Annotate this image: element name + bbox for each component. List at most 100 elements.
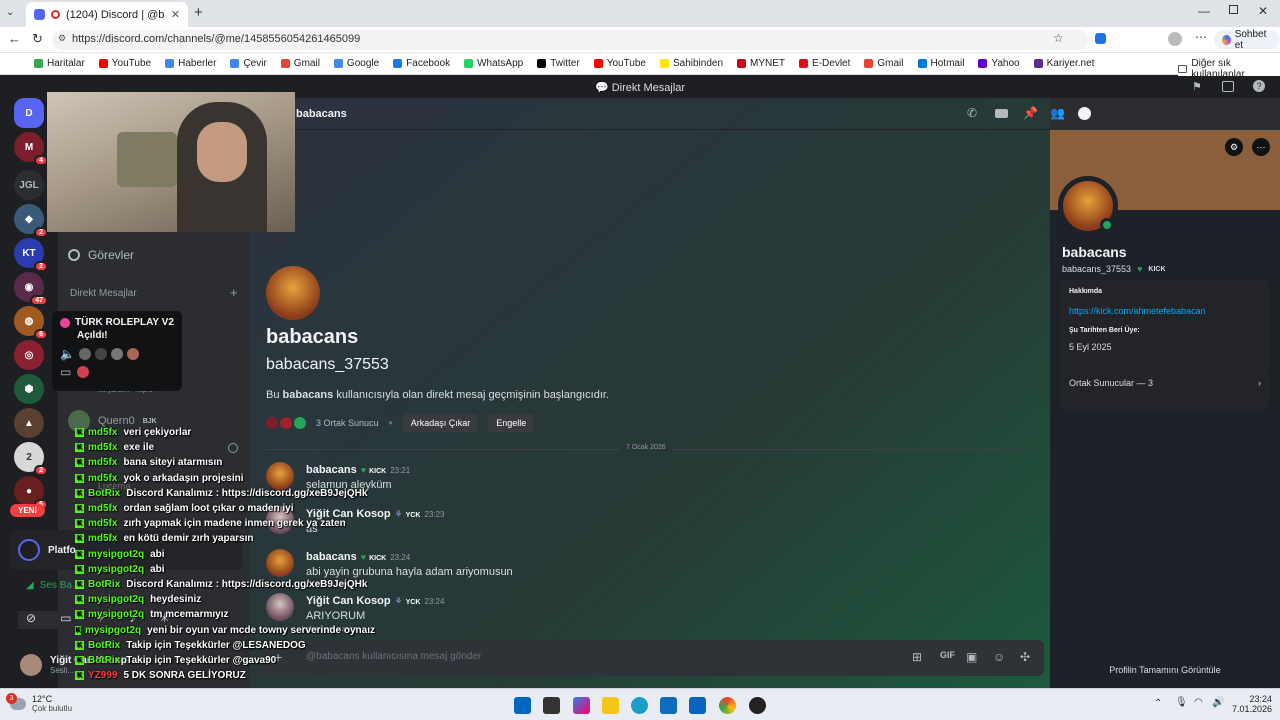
- server-icon[interactable]: ◍ 6: [14, 306, 48, 340]
- bookmark-item[interactable]: Yahoo: [978, 58, 1020, 69]
- video-call-icon[interactable]: [995, 109, 1008, 118]
- stream-chat-text: zırh yapmak için madene inmen gerek ya z…: [123, 518, 346, 530]
- server-icon[interactable]: ◎: [14, 340, 44, 370]
- new-dm-icon[interactable]: +: [230, 285, 238, 300]
- about-link[interactable]: https://kick.com/ahmetefebabacan: [1069, 306, 1261, 316]
- clock[interactable]: 23:24 7.01.2026: [1232, 694, 1272, 714]
- close-window-icon[interactable]: ✕: [1258, 4, 1268, 18]
- discord-home-icon[interactable]: D: [14, 98, 44, 128]
- server-icon[interactable]: ●6: [14, 476, 48, 510]
- pin-icon[interactable]: 📌: [1023, 106, 1038, 120]
- edge-icon[interactable]: [631, 697, 648, 714]
- server-icon[interactable]: M4: [14, 132, 48, 166]
- more-icon[interactable]: ⋯: [1195, 30, 1207, 44]
- server-icon[interactable]: ⬢: [14, 374, 44, 404]
- server-icon[interactable]: ◆ 2: [14, 204, 48, 238]
- tray-chevron-icon[interactable]: ⌃: [1154, 698, 1162, 709]
- bookmark-item[interactable]: YouTube: [593, 58, 646, 69]
- call-icon[interactable]: ✆: [967, 106, 977, 120]
- remove-friend-button[interactable]: Arkadaşı Çıkar: [402, 414, 479, 432]
- url-input[interactable]: ⚙ https://discord.com/channels/@me/14585…: [52, 30, 1088, 50]
- server-icon[interactable]: 22: [14, 442, 48, 476]
- bookmark-item[interactable]: Haberler: [165, 58, 216, 69]
- mutual-servers-row[interactable]: Ortak Sunucular — 3 ›: [1060, 370, 1270, 398]
- user-profile-icon[interactable]: [1078, 107, 1091, 120]
- tab-close-icon[interactable]: ✕: [171, 8, 180, 21]
- stream-chat-username: YZ999: [88, 670, 118, 682]
- add-friend-icon[interactable]: 👥: [1050, 106, 1065, 120]
- bookmark-item[interactable]: Twitter: [537, 58, 580, 69]
- folder-icon: [1178, 65, 1188, 73]
- profile-avatar[interactable]: [1168, 32, 1182, 46]
- banner-action-icon[interactable]: ⚙: [1225, 138, 1243, 156]
- avatar: [20, 654, 42, 676]
- bookmark-item[interactable]: Çevir: [230, 58, 267, 69]
- stream-chat-username: mysipgot2q: [88, 563, 145, 575]
- screen-share-icon[interactable]: ▭: [60, 611, 71, 629]
- view-full-profile-button[interactable]: Profilin Tamamını Görüntüle: [1050, 665, 1280, 675]
- webcam-overlay: [47, 92, 295, 232]
- store-icon[interactable]: [660, 697, 677, 714]
- microphone-icon[interactable]: 🎙: [1175, 697, 1188, 708]
- site-info-icon[interactable]: ⚙: [58, 33, 66, 44]
- emoji-icon[interactable]: ☺: [993, 650, 1005, 664]
- file-explorer-icon[interactable]: [602, 697, 619, 714]
- gift-icon[interactable]: ⊞: [912, 650, 922, 664]
- intro-text: Bu babacans kullanıcısıyla olan direkt m…: [266, 389, 610, 401]
- maximize-icon[interactable]: [1229, 5, 1238, 14]
- outlook-icon[interactable]: [689, 697, 706, 714]
- server-icon[interactable]: KT 2: [14, 238, 48, 272]
- video-off-icon[interactable]: ⊘: [26, 611, 36, 629]
- sticker-icon[interactable]: ▣: [966, 650, 977, 664]
- wifi-icon[interactable]: ◠: [1194, 697, 1203, 708]
- bookmark-favicon-icon: [280, 59, 290, 68]
- help-icon[interactable]: ?: [1253, 80, 1265, 92]
- message-time: 23:24: [424, 597, 445, 606]
- server-icon[interactable]: ▲: [14, 408, 44, 438]
- copilot-icon[interactable]: [573, 697, 590, 714]
- copilot-button[interactable]: Sohbet et: [1214, 29, 1280, 51]
- start-icon[interactable]: [514, 697, 531, 714]
- volume-icon[interactable]: 🔊: [1212, 697, 1224, 708]
- dm-header: Direkt Mesajlar: [70, 288, 137, 299]
- server-tooltip: TÜRK ROLEPLAY V2 Açıldı! 🔈 ▭: [52, 311, 182, 391]
- star-icon[interactable]: ☆: [1053, 31, 1064, 45]
- bookmark-item[interactable]: YouTube: [98, 58, 151, 69]
- tasks-item[interactable]: Görevler: [68, 248, 134, 262]
- bookmark-item[interactable]: Gmail: [280, 58, 320, 69]
- recording-icon: [51, 10, 60, 19]
- bookmark-item[interactable]: E-Devlet: [799, 58, 850, 69]
- bookmark-item[interactable]: WhatsApp: [464, 58, 523, 69]
- weather-widget[interactable]: 3 12°C Çok bulutlu: [6, 692, 72, 713]
- bookmark-item[interactable]: MYNET: [737, 58, 785, 69]
- reload-icon[interactable]: ↻: [32, 31, 43, 47]
- obs-icon[interactable]: [749, 697, 766, 714]
- user-profile-panel: ⚙ ⋯ babacans babacans_37553 ♥ KICK Hakkı…: [1050, 130, 1280, 688]
- bookmark-item[interactable]: Gmail: [864, 58, 904, 69]
- bookmark-item[interactable]: Hotmail: [917, 58, 964, 69]
- kick-badge-icon: K: [75, 443, 84, 453]
- server-icon[interactable]: JGL: [14, 170, 44, 200]
- inbox-icon[interactable]: [1222, 81, 1234, 92]
- chrome-icon[interactable]: [719, 697, 736, 714]
- extensions-icon[interactable]: [1095, 33, 1106, 44]
- gif-icon[interactable]: GIF: [940, 650, 955, 660]
- bookmark-item[interactable]: Kariyer.net: [1033, 58, 1094, 69]
- bookmark-item[interactable]: Google: [333, 58, 379, 69]
- bookmark-item[interactable]: Facebook: [393, 58, 450, 69]
- inbox-flag-icon[interactable]: ⚑: [1192, 80, 1202, 93]
- bookmark-item[interactable]: Sahibinden: [659, 58, 723, 69]
- discord-favicon-icon: [34, 9, 45, 20]
- apps-icon[interactable]: ✣: [1020, 650, 1030, 664]
- new-tab-icon[interactable]: +: [194, 4, 203, 21]
- tab-list-chevron-icon[interactable]: ⌄: [6, 7, 14, 18]
- back-icon[interactable]: ←: [8, 31, 21, 46]
- banner-more-icon[interactable]: ⋯: [1252, 138, 1270, 156]
- task-view-icon[interactable]: [543, 697, 560, 714]
- minimize-icon[interactable]: —: [1198, 4, 1210, 18]
- message-composer[interactable]: + @babacans kullanıcısına mesaj gönder ⊞…: [260, 640, 1044, 676]
- bookmark-item[interactable]: Haritalar: [34, 58, 85, 69]
- server-icon[interactable]: ◉ 47: [14, 272, 48, 306]
- block-button[interactable]: Engelle: [488, 414, 535, 432]
- browser-tab[interactable]: (1204) Discord | @babacans ✕: [26, 2, 188, 27]
